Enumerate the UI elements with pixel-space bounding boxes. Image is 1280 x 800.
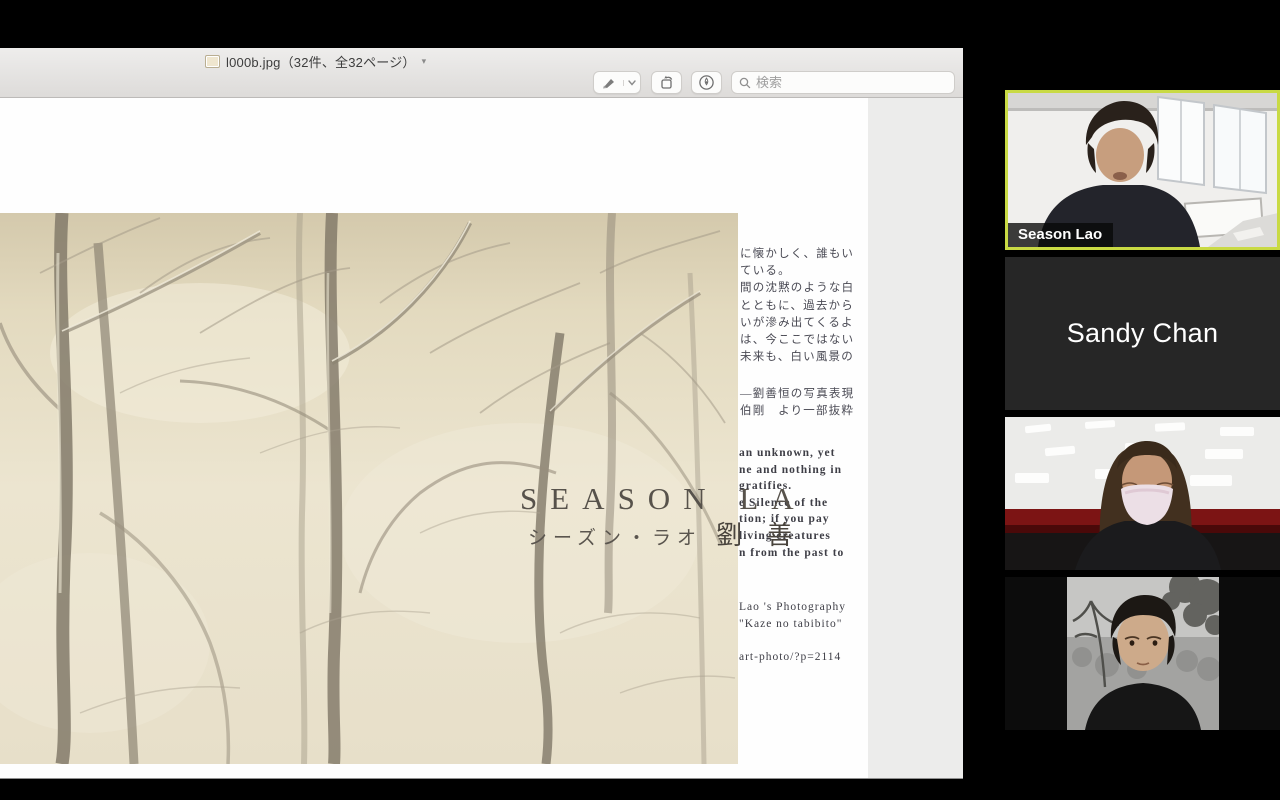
doc-text-line: いが滲み出てくるよ (740, 315, 854, 332)
artist-name-subheading: シーズン・ラオ劉 善 (528, 515, 802, 552)
video-tile-season-lao[interactable]: Season Lao (1005, 90, 1280, 250)
rotate-button[interactable] (651, 71, 682, 94)
doc-japanese-text: に懐かしく、誰もい ている。 間の沈黙のような白 とともに、過去から いが滲み出… (740, 246, 854, 366)
zoom-meeting-screen: l000b.jpg（32件、全32ページ） ▾ (0, 0, 1280, 800)
title-chevron-down-icon[interactable]: ▾ (422, 56, 427, 67)
doc-text-line: に懐かしく、誰もい (740, 246, 854, 263)
portrait-participant-photo (1067, 577, 1219, 730)
doc-text-line: 伯剛 より一部抜粋 (740, 403, 854, 420)
doc-english-credit: Lao 's Photography "Kaze no tabibito" (739, 599, 846, 632)
artwork-caption: seko, Hokkaido, Japan Size : 61 x 50.8cm… (2, 777, 401, 779)
search-icon (739, 77, 751, 89)
doc-text-line: 未来も、白い風景の (740, 349, 854, 366)
rotate-icon (659, 75, 675, 90)
document-page[interactable]: に懐かしく、誰もい ている。 間の沈黙のような白 とともに、過去から いが滲み出… (0, 98, 868, 779)
artist-name-kana: シーズン・ラオ (528, 528, 702, 549)
marker-pen-icon (594, 76, 623, 90)
doc-text-line: "Kaze no tabibito" (739, 616, 846, 633)
markup-pen-button[interactable] (593, 71, 641, 94)
window-title: l000b.jpg（32件、全32ページ） (226, 52, 416, 71)
doc-text-line: an unknown, yet (739, 445, 844, 462)
doc-text-line: 間の沈黙のような白 (740, 280, 854, 297)
doc-text-line: は、今ここではない (740, 332, 854, 349)
search-field[interactable] (731, 71, 955, 94)
show-markup-toolbar-button[interactable] (691, 71, 722, 94)
document-thumbnail-icon (205, 55, 220, 68)
artist-name-kanji: 劉 善 (716, 521, 802, 550)
search-input[interactable] (756, 75, 926, 90)
participant-name: Sandy Chan (1067, 318, 1219, 349)
doc-text-line: ている。 (740, 263, 854, 280)
pen-tip-circle-icon (698, 74, 715, 91)
preview-titlebar[interactable]: l000b.jpg（32件、全32ページ） ▾ (0, 48, 963, 98)
participant-name-label: Season Lao (1008, 223, 1113, 247)
doc-text-line: ne and nothing in (739, 462, 844, 479)
doc-text-line: とともに、過去から (740, 298, 854, 315)
window-title-group: l000b.jpg（32件、全32ページ） ▾ (205, 53, 426, 69)
preview-background-gutter (868, 98, 963, 779)
masked-participant-video (1005, 417, 1280, 570)
video-tile-masked-participant[interactable] (1005, 417, 1280, 570)
doc-japanese-credit: ―劉善恒の写真表現 伯剛 より一部抜粋 (740, 386, 854, 420)
video-tile-sandy-chan[interactable]: Sandy Chan (1005, 257, 1280, 410)
doc-text-line: Lao 's Photography (739, 599, 846, 616)
doc-text-line: ―劉善恒の写真表現 (740, 386, 854, 403)
artist-name-heading: SEASON LA (520, 481, 807, 517)
video-tile-portrait-participant[interactable] (1005, 577, 1280, 730)
participant-name: Season Lao (1018, 226, 1102, 243)
shared-screen-window: l000b.jpg（32件、全32ページ） ▾ (0, 48, 963, 779)
pen-dropdown-chevron-icon[interactable] (623, 80, 640, 86)
doc-link-text: art-photo/?p=2114 (739, 649, 841, 666)
